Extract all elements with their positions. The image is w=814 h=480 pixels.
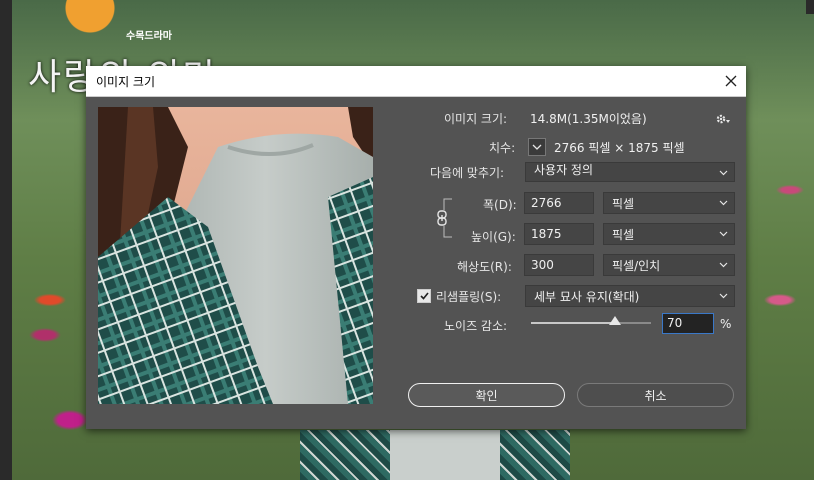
- width-input[interactable]: 2766: [524, 192, 594, 214]
- resample-checkbox[interactable]: [417, 289, 431, 303]
- workspace-edge: [0, 0, 12, 480]
- resample-label: 리샘플링(S):: [436, 290, 502, 304]
- gear-icon[interactable]: [715, 112, 731, 126]
- fit-to-select[interactable]: 사용자 정의: [525, 162, 735, 182]
- noise-reduction-slider-thumb[interactable]: [609, 316, 621, 325]
- height-input[interactable]: 1875: [524, 223, 594, 245]
- width-unit-select[interactable]: 픽셀: [603, 192, 735, 214]
- height-unit-select[interactable]: 픽셀: [603, 223, 735, 245]
- noise-reduction-label: 노이즈 감소:: [444, 319, 508, 333]
- resolution-unit-select[interactable]: 픽셀/인치: [603, 254, 735, 276]
- dimensions-unit-toggle[interactable]: [528, 138, 546, 156]
- fit-to-label: 다음에 맞추기:: [430, 166, 505, 180]
- chain-link-icon: [437, 210, 447, 226]
- workspace-edge-right: [806, 0, 814, 14]
- resolution-unit-value: 픽셀/인치: [612, 259, 661, 273]
- image-preview[interactable]: [98, 107, 373, 404]
- noise-reduction-slider-fill: [531, 322, 615, 324]
- logo-mascot-icon: [55, 0, 125, 38]
- chevron-down-icon: [719, 231, 728, 237]
- ok-button[interactable]: 확인: [408, 383, 565, 407]
- constrain-proportions-button[interactable]: [435, 210, 449, 226]
- width-label: 폭(D):: [483, 198, 517, 212]
- resolution-input[interactable]: 300: [524, 254, 594, 276]
- image-size-dialog: 이미지 크기 이미지 크기: 14.8M(1.35M이었음) 치수: 2766 …: [86, 66, 746, 429]
- fit-to-value: 사용자 정의: [534, 163, 594, 177]
- resolution-label: 해상도(R):: [457, 260, 512, 274]
- dimensions-label: 치수:: [489, 141, 516, 155]
- close-icon: [725, 75, 737, 87]
- chevron-down-icon: [719, 293, 728, 299]
- cancel-button[interactable]: 취소: [577, 383, 734, 407]
- close-button[interactable]: [716, 66, 746, 96]
- preview-photo: [98, 107, 373, 404]
- resample-method-value: 세부 묘사 유지(확대): [534, 290, 640, 304]
- noise-reduction-unit: %: [720, 317, 732, 331]
- height-label: 높이(G):: [471, 230, 516, 244]
- chevron-down-icon: [719, 200, 728, 206]
- width-unit-value: 픽셀: [612, 197, 635, 211]
- image-size-value: 14.8M(1.35M이었음): [530, 112, 647, 126]
- noise-reduction-slider-track[interactable]: [531, 322, 651, 324]
- dimensions-value: 2766 픽셀 × 1875 픽셀: [554, 141, 685, 155]
- chevron-down-icon: [532, 144, 542, 150]
- chevron-down-icon: [719, 170, 728, 176]
- image-size-label: 이미지 크기:: [444, 112, 508, 126]
- resample-method-select[interactable]: 세부 묘사 유지(확대): [525, 285, 735, 307]
- checkmark-icon: [419, 292, 429, 300]
- dialog-titlebar: 이미지 크기: [86, 66, 746, 97]
- photo-shirt-inner: [390, 430, 500, 480]
- chevron-down-icon: [719, 262, 728, 268]
- dialog-title: 이미지 크기: [96, 75, 156, 89]
- height-unit-value: 픽셀: [612, 228, 635, 242]
- noise-reduction-input[interactable]: 70: [662, 313, 714, 334]
- logo-text: 수목드라마: [126, 31, 172, 42]
